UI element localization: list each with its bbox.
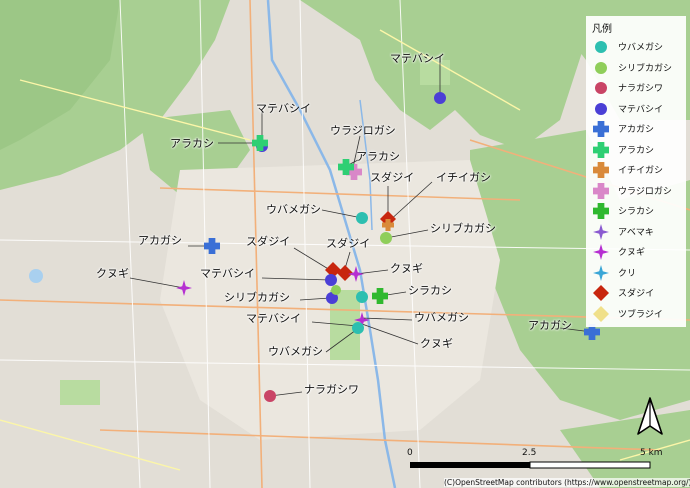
legend-symbol-icon [595,82,607,94]
legend-item: ツブラジイ [590,304,686,322]
point-shiribukagashi-2[interactable] [331,285,341,295]
scale-bar [410,461,651,469]
legend-label: アベマキ [618,227,654,238]
label-ubamegashi-1: ウバメガシ [266,203,321,216]
label-sudajii-c: スダジイ [326,237,371,250]
label-arakashi-nw: アラカシ [170,137,214,150]
point-naragashiwa[interactable] [264,390,276,402]
legend-symbol-icon [593,264,609,281]
point-matebashii-ne[interactable] [434,92,446,104]
point-ubamegashi-1[interactable] [356,212,368,224]
scale-label-mid: 2.5 [522,448,537,458]
legend-label: アラカシ [618,145,655,156]
label-shiribukagashi-1: シリブカガシ [430,222,496,235]
legend: 凡例 ウバメガシシリブカガシ ナラガシワマテバシイアカガシアラカシイチイガシウラジ… [586,16,686,327]
label-matebashii-ne: マテバシイ [390,52,445,65]
label-sudajii-ne: スダジイ [370,171,415,184]
legend-symbol-icon [593,223,609,240]
legend-label: ウラジロガシ [618,186,672,197]
legend-item: ウラジロガシ [590,181,686,199]
label-sudajii-w: スダジイ [246,235,291,248]
legend-title: 凡例 [592,24,612,35]
point-ubamegashi-3[interactable] [352,322,364,334]
legend-item: アカガシ [590,119,686,137]
legend-item: イチイガシ [590,160,686,178]
label-kunugi-w: クヌギ [96,267,129,280]
label-shirakashi: シラカシ [408,284,452,297]
legend-label: マテバシイ [618,104,664,115]
label-shiribukagashi-2: シリブカガシ [224,291,290,304]
legend-symbol-icon [593,141,609,158]
label-urajirogashi: ウラジロガシ [330,124,396,137]
legend-item: ウバメガシ [590,37,686,55]
scale-label-end: 5 km [640,448,663,458]
legend-symbol-icon [593,305,609,322]
label-akagashi-e: アカガシ [528,319,572,332]
label-kunugi-s: クヌギ [420,337,453,350]
scale-label-start: 0 [407,448,413,458]
legend-item: アラカシ [590,140,686,158]
legend-label: アカガシ [618,125,655,135]
label-naragashiwa: ナラガシワ [304,383,359,396]
label-ubamegashi-2: ウバメガシ [414,311,469,324]
legend-symbol-icon [593,182,609,199]
label-ubamegashi-3: ウバメガシ [268,345,323,358]
label-matebashii-s: マテバシイ [246,312,301,325]
legend-symbol-icon [593,162,609,178]
legend-symbol-icon [595,102,607,115]
legend-item: シリブカガシ [590,58,686,76]
point-shiribukagashi-1[interactable] [380,232,392,244]
north-arrow-icon [637,397,663,435]
label-arakashi-c: アラカシ [356,150,400,163]
attribution: (C)OpenStreetMap contributors (https://w… [444,478,690,487]
legend-label: クリ [618,268,637,279]
legend-label: ナラガシワ [618,84,664,94]
label-kunugi-c: クヌギ [390,262,423,275]
legend-label: ツブラジイ [618,309,663,320]
legend-symbol-icon [593,203,609,219]
label-akagashi-w: アカガシ [138,234,182,247]
legend-symbol-icon [595,41,607,53]
legend-label: ウバメガシ [618,43,664,53]
legend-item: ナラガシワ [590,78,686,96]
legend-label: イチイガシ [618,166,664,176]
legend-symbol-icon [593,244,609,260]
legend-label: シラカシ [618,207,655,217]
label-matebashii-nw: マテバシイ [256,102,311,115]
legend-item: マテバシイ [590,99,686,117]
legend-item: シラカシ [590,201,686,219]
legend-label: シリブカガシ [618,63,673,74]
legend-item: クリ [590,263,686,281]
legend-label: スダジイ [618,289,655,299]
label-ichiigashi: イチイガシ [436,171,491,184]
legend-symbol-icon [593,285,609,301]
legend-item: スダジイ [590,283,686,301]
label-matebashii-c: マテバシイ [200,267,255,280]
legend-item: クヌギ [590,242,686,260]
map-canvas[interactable]: マテバシイ マテバシイ アラカシ ウラジロガシ アラカシ スダジイ イチイガシ … [0,0,690,488]
legend-label: クヌギ [618,248,646,258]
legend-symbol-icon [595,61,607,74]
legend-item: アベマキ [590,222,686,240]
point-matebashii-c[interactable] [325,274,337,286]
point-ubamegashi-2[interactable] [356,291,368,303]
legend-symbol-icon [593,121,609,137]
